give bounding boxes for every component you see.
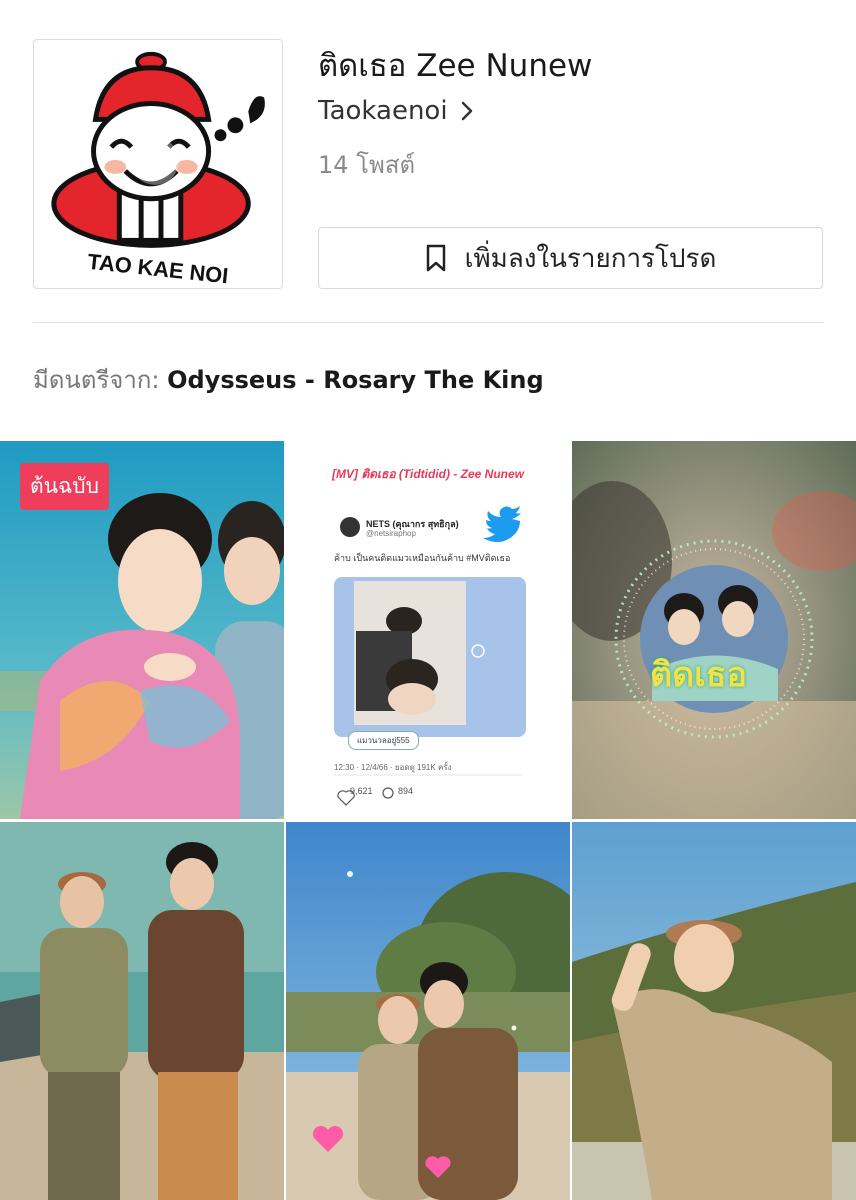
tweet-reply-chip: แมวนวลอยู่555 (348, 731, 419, 750)
bookmark-icon (426, 244, 445, 272)
section-divider (33, 322, 824, 323)
video-tile-6[interactable] (572, 822, 856, 1200)
taokaenoi-logo-image: TAO KAE NOI (51, 51, 265, 288)
video-tile-3[interactable]: ติดเธอ (572, 441, 856, 819)
tweet-likes: 9,621 (350, 786, 373, 796)
video-tile-1[interactable]: ต้นฉบับ (0, 441, 284, 819)
add-to-favorites-label: เพิ่มลงในรายการโปรด (464, 243, 717, 274)
video-grid: ต้นฉบับ [MV] ติดเธอ (Tidtidid) - Zee Nun… (0, 441, 856, 1200)
video-thumbnail (0, 822, 284, 1200)
video-tile-2[interactable]: [MV] ติดเธอ (Tidtidid) - Zee Nunew NETS … (286, 441, 570, 819)
post-count: 14 โพสต์ (318, 151, 416, 179)
video-thumbnail (572, 441, 856, 819)
music-credit[interactable]: มีดนตรีจาก: Odysseus - Rosary The King (33, 360, 544, 399)
tweet-text: ค้าบ เป็นคนติดแมวเหมือนกันค้าบ #MVติดเธอ (334, 553, 511, 563)
tweet-handle: @netsiraphop (366, 529, 416, 538)
video-headline: [MV] ติดเธอ (Tidtidid) - Zee Nunew (332, 467, 524, 481)
playlist-title: ติดเธอ Zee Nunew (318, 48, 593, 84)
video-tile-5[interactable] (286, 822, 570, 1200)
creator-logo[interactable]: TAO KAE NOI (33, 39, 283, 289)
creator-name: Taokaenoi (318, 96, 448, 126)
creator-link[interactable]: Taokaenoi (318, 96, 474, 126)
video-tile-4[interactable] (0, 822, 284, 1200)
music-track: Odysseus - Rosary The King (167, 366, 544, 394)
tweet-comments: 894 (398, 786, 414, 796)
video-overlay-title: ติดเธอ (650, 655, 747, 695)
add-to-favorites-button[interactable]: เพิ่มลงในรายการโปรด (318, 227, 823, 289)
logo-text: TAO KAE NOI (86, 249, 229, 288)
chevron-right-icon (461, 101, 472, 121)
playlist-header: TAO KAE NOI ติดเธอ Zee Nunew Taokaenoi 1… (0, 0, 856, 320)
tweet-meta: 12:30 · 12/4/66 · ยอดดู 191K ครั้ง (334, 763, 452, 772)
original-badge: ต้นฉบับ (20, 463, 109, 510)
video-thumbnail (286, 822, 570, 1200)
music-prefix: มีดนตรีจาก: (33, 366, 160, 394)
video-thumbnail (572, 822, 856, 1200)
